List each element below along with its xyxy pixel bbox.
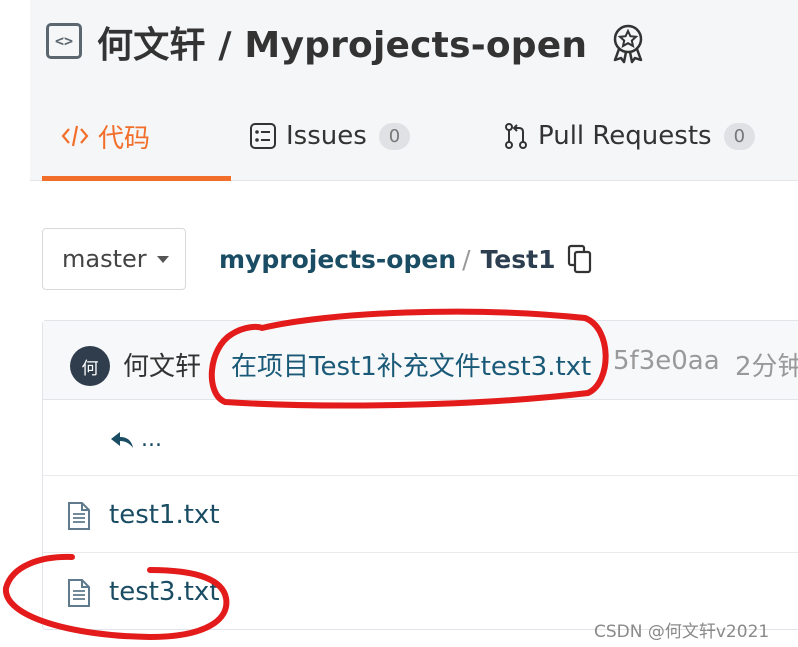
avatar[interactable]: 何 <box>70 346 110 386</box>
tab-code-label: 代码 <box>98 123 151 154</box>
commit-author[interactable]: 何文轩 <box>123 346 201 383</box>
file-icon <box>68 579 90 607</box>
branch-select[interactable]: master <box>42 228 186 290</box>
badge-icon[interactable] <box>608 22 648 64</box>
tab-issues-label: Issues <box>286 121 367 151</box>
parent-directory-label: ... <box>141 427 162 452</box>
code-icon <box>61 125 89 147</box>
back-arrow-icon <box>111 431 133 448</box>
file-row[interactable]: test1.txt <box>43 476 798 553</box>
file-icon <box>68 502 90 530</box>
tab-issues[interactable]: Issues 0 <box>248 112 411 160</box>
pull-request-icon <box>505 123 527 149</box>
tab-pull-requests-label: Pull Requests <box>538 121 712 151</box>
file-name-link[interactable]: test3.txt <box>109 577 220 607</box>
commit-sha[interactable]: 5f3e0aa <box>613 346 720 376</box>
breadcrumb-separator: / <box>462 244 471 274</box>
breadcrumb-repo-link[interactable]: myprojects-open <box>219 245 456 274</box>
copy-icon[interactable] <box>567 244 593 274</box>
issues-count-badge: 0 <box>378 122 411 150</box>
branch-select-value: master <box>62 245 147 273</box>
active-tab-indicator <box>42 176 231 181</box>
tab-code[interactable]: 代码 <box>60 112 150 160</box>
watermark: CSDN @何文轩v2021 <box>594 622 770 642</box>
breadcrumb-current-dir: Test1 <box>480 244 556 274</box>
commit-time: 2分钟 <box>735 352 798 382</box>
parent-directory-row[interactable]: ... <box>43 399 798 476</box>
commit-message-link[interactable]: 在项目Test1补充文件test3.txt <box>231 346 591 383</box>
repo-code-icon: <> <box>46 23 82 59</box>
latest-commit-row: 何 何文轩 在项目Test1补充文件test3.txt 5f3e0aa 2分钟 <box>43 321 798 400</box>
breadcrumb: myprojects-open / Test1 <box>219 244 593 274</box>
repo-title[interactable]: 何文轩 / Myprojects-open <box>97 16 587 68</box>
chevron-down-icon <box>156 255 169 263</box>
file-name-link[interactable]: test1.txt <box>109 500 220 530</box>
file-list: 何 何文轩 在项目Test1补充文件test3.txt 5f3e0aa 2分钟 … <box>42 320 798 630</box>
tab-pull-requests[interactable]: Pull Requests 0 <box>502 112 756 160</box>
pull-requests-count-badge: 0 <box>723 122 756 150</box>
parent-directory-link[interactable]: ... <box>109 427 162 452</box>
issues-icon <box>250 123 276 149</box>
